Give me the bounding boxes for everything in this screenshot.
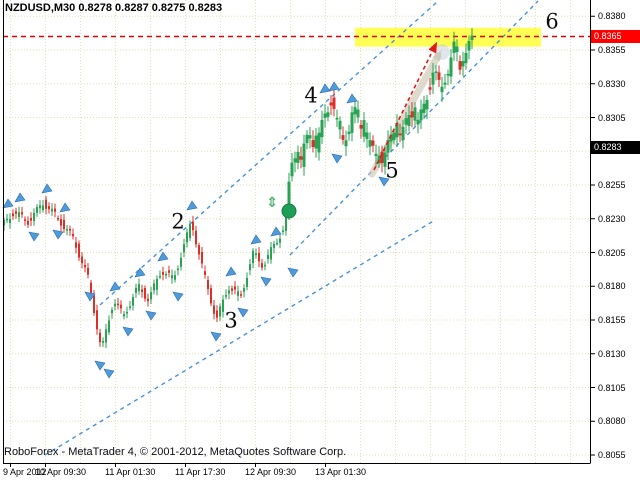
fractal-up-arrow-icon	[3, 199, 13, 208]
updown-arrow-icon: ⇕	[266, 195, 278, 211]
price-axis-label: 0.8130	[598, 349, 626, 359]
fractal-down-arrow-icon	[332, 154, 342, 163]
wave-number-label: 2	[171, 212, 184, 233]
fractal-up-arrow-icon	[60, 203, 70, 212]
target-price-tag: 0.8365	[591, 30, 640, 43]
fractal-down-arrow-icon	[123, 327, 133, 336]
time-axis-label: 11 Apr 17:30	[175, 467, 225, 477]
fractal-down-arrow-icon	[211, 332, 221, 341]
fractal-up-arrow-icon	[42, 184, 52, 193]
price-axis-label: 0.8380	[598, 11, 626, 21]
price-axis-label: 0.8230	[598, 214, 626, 224]
fractal-up-arrow-icon	[251, 235, 261, 244]
fractal-up-arrow-icon	[320, 84, 330, 93]
price-axis-label: 0.8180	[598, 281, 626, 291]
price-axis-label: 0.8080	[598, 416, 626, 426]
fractal-down-arrow-icon	[53, 230, 63, 239]
fractal-down-arrow-icon	[146, 311, 156, 320]
fractal-down-arrow-icon	[261, 277, 271, 286]
price-axis-label: 0.8255	[598, 180, 626, 190]
fractal-down-arrow-icon	[29, 232, 39, 241]
wave-number-label: 3	[224, 311, 237, 332]
channel-lines	[45, 1, 538, 455]
price-axis-label: 0.8330	[598, 79, 626, 89]
plot-border	[3, 0, 595, 467]
fractal-down-arrow-icon	[173, 292, 183, 301]
fractal-up-arrow-icon	[187, 201, 197, 210]
price-axis-label: 0.8305	[598, 113, 626, 123]
price-axis-label: 0.8155	[598, 315, 626, 325]
fractal-down-arrow-icon	[238, 308, 248, 317]
time-axis-label: 10 Apr 09:30	[35, 467, 86, 477]
time-axis-label: 11 Apr 01:30	[105, 467, 155, 477]
wave-number-label: 4	[304, 86, 317, 107]
wave-number-label: 5	[385, 161, 398, 182]
time-axis-label: 12 Apr 09:30	[245, 467, 296, 477]
price-axis-label: 0.8355	[598, 45, 626, 55]
price-axis-label: 0.8205	[598, 248, 626, 258]
current-price-tag: 0.8283	[591, 141, 640, 154]
fractal-up-arrow-icon	[158, 252, 168, 261]
fractal-up-arrow-icon	[15, 193, 25, 202]
fractal-down-arrow-icon	[104, 369, 114, 378]
chart-plot-area[interactable]: ⇕	[0, 0, 640, 481]
fractal-up-arrow-icon	[226, 267, 236, 276]
breakout-marker-icon	[282, 204, 296, 218]
mt4-chart-window: ⇕ NZDUSD,M30 0.8278 0.8287 0.8275 0.8283…	[0, 0, 640, 481]
chart-title: NZDUSD,M30 0.8278 0.8287 0.8275 0.8283	[5, 2, 222, 14]
fractal-down-arrow-icon	[288, 268, 298, 277]
time-axis-label: 13 Apr 01:30	[315, 467, 366, 477]
price-axis-label: 0.8055	[598, 450, 626, 460]
copyright-text: RoboForex - MetaTrader 4, © 2001-2012, M…	[4, 446, 346, 458]
grid-layer	[3, 0, 590, 463]
wave-number-label: 6	[545, 12, 558, 33]
candles-layer	[3, 28, 474, 348]
price-axis-label: 0.8105	[598, 383, 626, 393]
